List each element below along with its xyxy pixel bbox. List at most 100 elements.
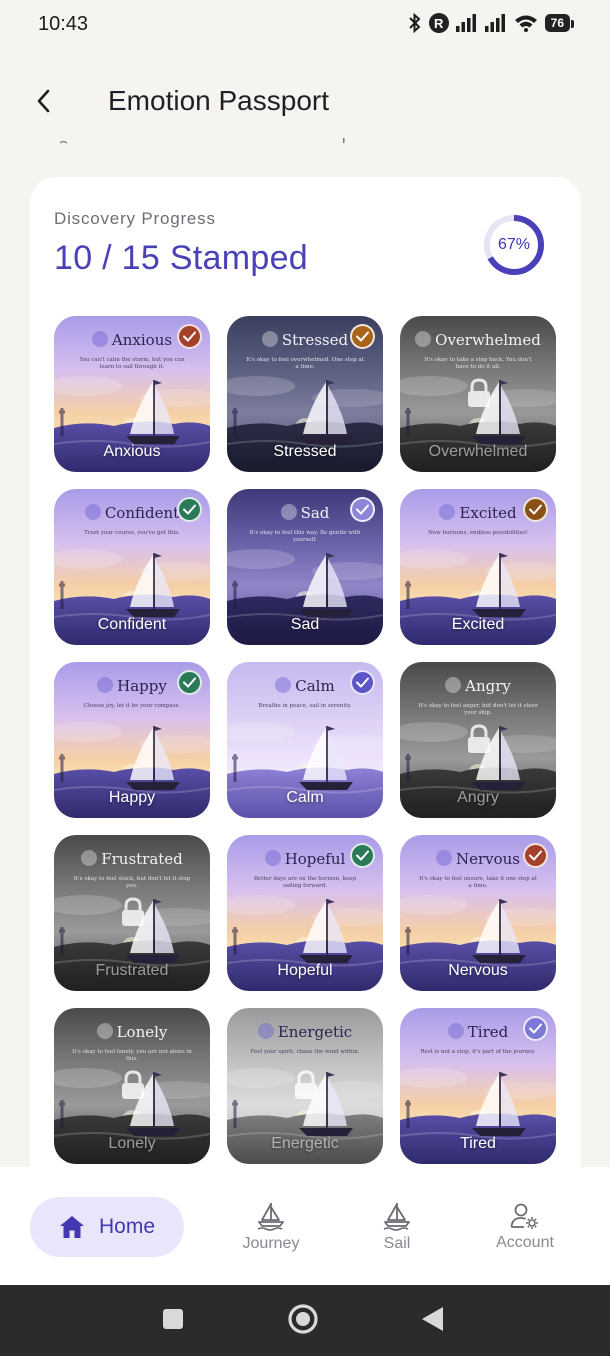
lock-icon: [293, 1070, 319, 1100]
stamp-name: Confident: [97, 616, 167, 633]
system-navigation-bar: [0, 1285, 610, 1356]
stamp-heading-text: Lonely: [116, 1023, 168, 1041]
stamped-check-icon: [523, 497, 548, 522]
stamp-tile-calm[interactable]: Calm Breathe in peace, sail in serenity. C…: [227, 662, 383, 818]
emotion-emoji-icon: [261, 331, 278, 347]
stamp-subtitle: Choose joy, let it be your compass.: [83, 703, 181, 709]
stamped-check-icon: [350, 670, 375, 695]
stamped-check-icon: [177, 324, 202, 349]
stamp-heading: Overwhelmed: [400, 331, 556, 349]
progress-percent: 67%: [497, 236, 531, 253]
stamp-subtitle: Better days are on the horizon, keep sai…: [254, 876, 356, 889]
chevron-left-icon: [37, 89, 50, 113]
stamp-name: Excited: [451, 616, 505, 633]
stamp-tile-hopeful[interactable]: Hopeful Better days are on the horizon, k…: [227, 835, 383, 991]
nav-account[interactable]: Account: [480, 1197, 570, 1257]
nav-home-label: Home: [98, 1215, 156, 1238]
nav-journey[interactable]: Journey: [226, 1197, 316, 1257]
home-circle-icon[interactable]: [287, 1303, 319, 1335]
stamp-subtitle: It's okay to feel stuck, but don't let i…: [73, 876, 191, 889]
nav-journey-label: Journey: [242, 1235, 300, 1252]
stamp-heading-text: Overwhelmed: [435, 331, 541, 349]
bluetooth-icon: [408, 13, 422, 33]
recents-icon[interactable]: [162, 1308, 184, 1330]
stamp-tile-energetic[interactable]: Energetic Feel your spirit, chase the win…: [227, 1008, 383, 1164]
nav-sail[interactable]: Sail: [352, 1197, 442, 1257]
stamped-check-icon: [350, 497, 375, 522]
status-bar: 10:43 R 76: [0, 0, 610, 50]
stamp-tile-excited[interactable]: Excited New horizons, endless possibiliti…: [400, 489, 556, 645]
stamp-tile-anxious[interactable]: Anxious You can't calm the storm, but you…: [54, 316, 210, 472]
emotion-emoji-icon: [280, 504, 297, 520]
stamp-tile-sad[interactable]: Sad It's okay to feel this way. Be gentle…: [227, 489, 383, 645]
stamp-tile-stressed[interactable]: Stressed It's okay to feel overwhelmed. O…: [227, 316, 383, 472]
stamp-tile-tired[interactable]: Tired Rest is not a stop, it's part of th…: [400, 1008, 556, 1164]
stamp-heading-text: Anxious: [111, 331, 173, 349]
stamp-name: Happy: [108, 789, 156, 806]
signal-icon-1: [455, 14, 478, 32]
stamp-heading: Frustrated: [54, 850, 210, 868]
stamp-heading-text: Happy: [117, 677, 167, 695]
stamp-tile-nervous[interactable]: Nervous It's okay to feel unsure, take it…: [400, 835, 556, 991]
stamp-name: Tired: [460, 1135, 496, 1152]
wifi-icon: [514, 14, 538, 32]
stamp-name: Nervous: [448, 962, 508, 979]
nav-home[interactable]: Home: [30, 1197, 184, 1257]
stamp-subtitle: It's okay to feel unsure, take it one st…: [419, 876, 537, 889]
stamp-tile-happy[interactable]: Happy Choose joy, let it be your compass.…: [54, 662, 210, 818]
account-settings-icon: [510, 1203, 538, 1229]
stamp-name: Lonely: [108, 1135, 156, 1152]
emotion-emoji-icon: [91, 331, 108, 347]
stamp-subtitle: It's okay to feel lonely, you are not al…: [72, 1049, 192, 1062]
stamped-check-icon: [523, 1016, 548, 1041]
stamp-subtitle: Trust your course, you've got this.: [84, 530, 180, 536]
page-title: Emotion Passport: [108, 85, 329, 116]
stamp-name: Sad: [290, 616, 320, 633]
emotion-emoji-icon: [275, 677, 292, 693]
progress-count: 10 / 15 Stamped: [54, 239, 309, 277]
stamp-name: Energetic: [271, 1135, 339, 1152]
passport-card: Discovery Progress 10 / 15 Stamped 67% A…: [30, 177, 581, 1197]
nav-account-label: Account: [496, 1234, 554, 1251]
stamp-tile-lonely[interactable]: Lonely It's okay to feel lonely, you are …: [54, 1008, 210, 1164]
stamp-subtitle: Feel your spirit, chase the wind within.: [250, 1049, 360, 1055]
sailboat-icon: [257, 1203, 284, 1231]
nav-sail-label: Sail: [383, 1235, 411, 1252]
scrolled-content-remnant: [60, 138, 345, 144]
stamp-heading-text: Calm: [295, 677, 335, 695]
status-icons: R 76: [408, 13, 575, 33]
stamp-subtitle: It's okay to take a step back. You don't…: [424, 357, 532, 370]
status-time: 10:43: [38, 13, 89, 35]
stamp-name: Frustrated: [95, 962, 169, 979]
stamp-name: Angry: [457, 789, 499, 806]
stamp-subtitle: It's okay to feel overwhelmed. One step …: [246, 357, 364, 370]
emotion-emoji-icon: [439, 504, 456, 520]
stamp-name: Hopeful: [277, 962, 333, 979]
stamp-tile-angry[interactable]: Angry It's okay to feel anger, but don't …: [400, 662, 556, 818]
emotion-emoji-icon: [96, 1023, 113, 1039]
stamp-heading: Lonely: [54, 1023, 210, 1041]
stamped-check-icon: [350, 324, 375, 349]
stamp-heading-text: Excited: [459, 504, 517, 522]
home-icon: [59, 1216, 84, 1238]
back-triangle-icon[interactable]: [420, 1305, 446, 1333]
stamp-tile-frustrated[interactable]: Frustrated It's okay to feel stuck, but d…: [54, 835, 210, 991]
emotion-emoji-icon: [81, 850, 98, 866]
stamp-subtitle: It's okay to feel anger, but don't let i…: [418, 703, 538, 716]
lock-icon: [120, 897, 146, 927]
stamp-name: Calm: [286, 789, 324, 806]
stamped-check-icon: [177, 670, 202, 695]
bottom-navigation: Home Journey Sail Account: [0, 1167, 610, 1285]
emotion-emoji-icon: [445, 677, 462, 693]
emotion-emoji-icon: [435, 850, 452, 866]
lock-icon: [466, 378, 492, 408]
stamp-tile-overwhelmed[interactable]: Overwhelmed It's okay to take a step back…: [400, 316, 556, 472]
roaming-icon: R: [428, 13, 449, 33]
back-button[interactable]: [28, 84, 58, 118]
emotion-emoji-icon: [257, 1023, 274, 1039]
progress-label: Discovery Progress: [54, 209, 216, 228]
stamped-check-icon: [523, 843, 548, 868]
stamp-heading-text: Energetic: [277, 1023, 353, 1041]
stamp-tile-confident[interactable]: Confident Trust your course, you've got t…: [54, 489, 210, 645]
emotion-emoji-icon: [264, 850, 281, 866]
